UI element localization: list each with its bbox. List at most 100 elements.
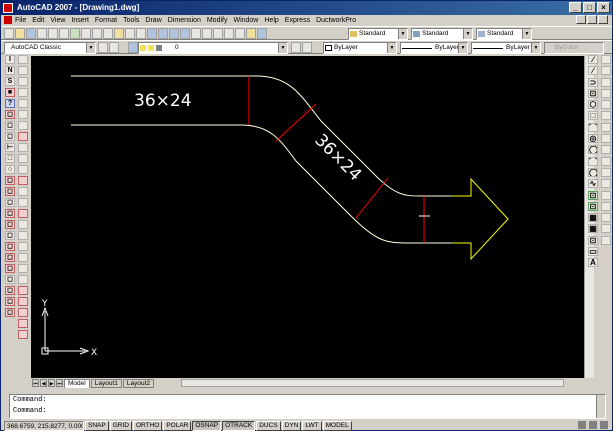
otrack-toggle[interactable]: OTRACK bbox=[222, 420, 256, 431]
rectangle-icon[interactable]: □ bbox=[588, 111, 598, 121]
menu-tools[interactable]: Tools bbox=[123, 17, 139, 24]
help-icon[interactable] bbox=[257, 28, 267, 39]
make-block-icon[interactable]: ⊡ bbox=[588, 201, 598, 211]
horizontal-scrollbar[interactable] bbox=[181, 379, 564, 387]
palette-tool[interactable]: ◻ bbox=[5, 253, 15, 262]
palette-tool[interactable]: ◻ bbox=[5, 132, 15, 141]
palette-tool[interactable]: ■ bbox=[5, 88, 15, 97]
lwt-toggle[interactable]: LWT bbox=[302, 420, 322, 431]
palette-tool[interactable] bbox=[18, 275, 28, 284]
construction-line-icon[interactable]: ∕ bbox=[588, 66, 598, 76]
chevron-down-icon[interactable]: ▼ bbox=[458, 43, 467, 53]
palette-tool[interactable]: S bbox=[5, 77, 15, 86]
table-icon[interactable]: ▭ bbox=[588, 247, 598, 257]
polyline-icon[interactable]: ⊃ bbox=[588, 77, 598, 87]
insert-block-icon[interactable]: ⊡ bbox=[588, 190, 598, 200]
palette-tool[interactable] bbox=[18, 308, 28, 317]
calculator-icon[interactable] bbox=[246, 28, 256, 39]
palette-tool[interactable]: I bbox=[5, 55, 15, 64]
palette-tool[interactable]: ◻ bbox=[5, 231, 15, 240]
close-button[interactable]: × bbox=[597, 2, 610, 13]
extend-icon[interactable] bbox=[601, 167, 611, 177]
zoom-previous-icon[interactable] bbox=[180, 28, 190, 39]
chamfer-icon[interactable] bbox=[601, 213, 611, 223]
linetype-select[interactable]: ByLayer ▼ bbox=[400, 42, 468, 54]
command-scrollbar[interactable] bbox=[596, 395, 605, 418]
doc-close-button[interactable] bbox=[598, 15, 608, 24]
palette-tool[interactable] bbox=[18, 286, 28, 295]
next-tab-icon[interactable]: ▶ bbox=[48, 379, 55, 387]
maximize-button[interactable]: □ bbox=[583, 2, 596, 13]
palette-tool[interactable] bbox=[18, 264, 28, 273]
cut-icon[interactable] bbox=[81, 28, 91, 39]
menu-modify[interactable]: Modify bbox=[207, 17, 228, 24]
copy-object-icon[interactable] bbox=[601, 66, 611, 76]
menu-format[interactable]: Format bbox=[95, 17, 117, 24]
preview-icon[interactable] bbox=[48, 28, 58, 39]
make-current-icon[interactable] bbox=[291, 42, 301, 53]
palette-tool[interactable] bbox=[18, 99, 28, 108]
palette-tool[interactable] bbox=[18, 165, 28, 174]
palette-tool[interactable]: ○ bbox=[5, 165, 15, 174]
pan-icon[interactable] bbox=[147, 28, 157, 39]
snap-toggle[interactable]: SNAP bbox=[85, 420, 109, 431]
save-icon[interactable] bbox=[26, 28, 36, 39]
palette-tool[interactable] bbox=[18, 209, 28, 218]
ellipse-arc-icon[interactable]: ∿ bbox=[588, 179, 598, 189]
move-icon[interactable] bbox=[601, 111, 611, 121]
doc-restore-button[interactable] bbox=[587, 15, 597, 24]
menu-edit[interactable]: Edit bbox=[32, 17, 44, 24]
command-window[interactable]: Command: Command: bbox=[9, 394, 606, 419]
clean-screen-icon[interactable] bbox=[600, 421, 608, 429]
tool-palettes-icon[interactable] bbox=[213, 28, 223, 39]
palette-tool[interactable]: ◻ bbox=[5, 308, 15, 317]
spline-icon[interactable]: ⌒ bbox=[588, 156, 598, 166]
trim-icon[interactable] bbox=[601, 156, 611, 166]
palette-tool[interactable]: ◻ bbox=[5, 110, 15, 119]
grid-toggle[interactable]: GRID bbox=[109, 420, 132, 431]
line-icon[interactable]: ∕ bbox=[588, 55, 598, 64]
dim-style-select[interactable]: Standard ▼ bbox=[411, 28, 473, 40]
autocad-app-icon[interactable] bbox=[3, 3, 13, 13]
palette-tool[interactable] bbox=[18, 319, 28, 328]
zoom-realtime-icon[interactable] bbox=[158, 28, 168, 39]
dyn-toggle[interactable]: DYN bbox=[281, 420, 302, 431]
mirror-icon[interactable] bbox=[601, 77, 611, 87]
chevron-down-icon[interactable]: ▼ bbox=[463, 29, 472, 39]
palette-tool[interactable] bbox=[18, 132, 28, 141]
palette-tool[interactable]: ◻ bbox=[5, 187, 15, 196]
offset-icon[interactable] bbox=[601, 88, 611, 98]
chevron-down-icon[interactable]: ▼ bbox=[387, 43, 396, 53]
circle-icon[interactable]: ◎ bbox=[588, 134, 598, 144]
osnap-toggle[interactable]: OSNAP bbox=[192, 420, 222, 431]
print-icon[interactable] bbox=[37, 28, 47, 39]
chevron-down-icon[interactable]: ▼ bbox=[531, 43, 540, 53]
layer-manager-icon[interactable] bbox=[128, 42, 138, 53]
ortho-toggle[interactable]: ORTHO bbox=[132, 420, 163, 431]
palette-tool[interactable] bbox=[18, 242, 28, 251]
new-icon[interactable] bbox=[4, 28, 14, 39]
copy-icon[interactable] bbox=[92, 28, 102, 39]
paste-icon[interactable] bbox=[103, 28, 113, 39]
coordinate-readout[interactable]: 368.6759, 215.8277, 0.0000 bbox=[4, 420, 84, 431]
palette-tool[interactable]: □ bbox=[5, 154, 15, 163]
palette-tool[interactable]: ◻ bbox=[5, 209, 15, 218]
model-space-toggle[interactable]: MODEL bbox=[322, 420, 352, 431]
array-icon[interactable] bbox=[601, 100, 611, 110]
palette-tool[interactable] bbox=[18, 154, 28, 163]
tab-layout2[interactable]: Layout2 bbox=[122, 378, 154, 388]
polygon-icon[interactable]: ⬡ bbox=[588, 100, 598, 110]
chevron-down-icon[interactable]: ▼ bbox=[398, 29, 407, 39]
chevron-down-icon[interactable]: ▼ bbox=[278, 43, 287, 53]
rotate-icon[interactable] bbox=[601, 122, 611, 132]
text-style-select[interactable]: Standard ▼ bbox=[348, 28, 408, 40]
open-icon[interactable] bbox=[15, 28, 25, 39]
revcloud-icon[interactable]: ◯ bbox=[588, 145, 598, 155]
break-at-point-icon[interactable] bbox=[601, 179, 611, 189]
palette-tool[interactable]: ? bbox=[5, 99, 15, 108]
workspace-select[interactable]: AutoCAD Classic ▼ bbox=[4, 42, 96, 54]
match-properties-icon[interactable] bbox=[114, 28, 124, 39]
communication-center-icon[interactable] bbox=[578, 421, 586, 429]
ducs-toggle[interactable]: DUCS bbox=[256, 420, 281, 431]
palette-tool[interactable]: ⊢ bbox=[5, 143, 15, 152]
